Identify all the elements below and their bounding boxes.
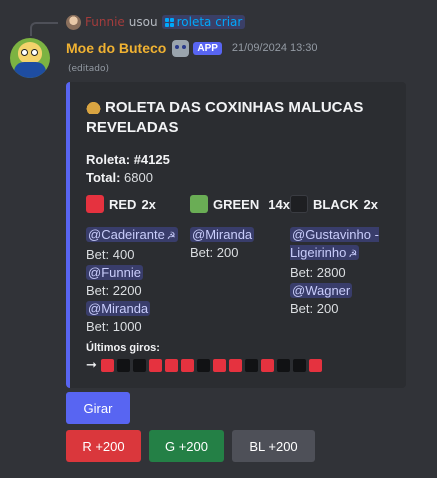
bet-amount: Bet: 400 <box>86 247 135 262</box>
bet-amount: Bet: 1000 <box>86 319 142 334</box>
spin-result-red <box>229 359 242 372</box>
bet-black-button[interactable]: BL +200 <box>232 430 315 462</box>
user-mention[interactable]: @Miranda <box>190 227 255 242</box>
slash-command-icon <box>164 17 174 27</box>
spin-result-black <box>197 359 210 372</box>
command-mention[interactable]: roleta criar <box>161 15 246 29</box>
bet-green-button[interactable]: G +200 <box>149 430 224 462</box>
red-multiplier: 2x <box>141 196 156 212</box>
black-label: BLACK <box>313 196 359 212</box>
black-bets: @Gustavinho - Ligeirinho ☭ Bet: 2800 @Wag… <box>290 226 395 318</box>
roulette-meta: Roleta: #4125 Total: 6800 <box>86 151 170 187</box>
bet-amount: Bet: 2200 <box>86 283 142 298</box>
red-swatch <box>86 195 104 213</box>
black-column-header: BLACK 2x <box>290 194 395 214</box>
app-badge: APP <box>193 41 222 55</box>
reply-verb: usou <box>128 15 158 29</box>
black-multiplier: 2x <box>363 196 378 212</box>
spin-result-red <box>101 359 114 372</box>
spin-result-red <box>213 359 226 372</box>
red-bets: @Cadeirante ☭ Bet: 400 @Funnie Bet: 2200 … <box>86 226 186 336</box>
spin-result-black <box>293 359 306 372</box>
bet-amount: Bet: 200 <box>190 245 239 260</box>
reply-reference[interactable]: Funnie usou roleta criar <box>66 13 246 31</box>
black-column: BLACK 2x @Gustavinho - Ligeirinho ☭ Bet: … <box>290 194 395 318</box>
user-avatar-icon[interactable] <box>66 14 81 30</box>
spin-result-black <box>133 359 146 372</box>
total-value: 6800 <box>124 170 153 185</box>
message-timestamp[interactable]: 21/09/2024 13:30 <box>232 42 318 54</box>
red-column-header: RED 2x <box>86 194 186 214</box>
green-label: GREEN <box>213 196 260 212</box>
user-mention[interactable]: @Wagner <box>290 283 353 298</box>
user-mention[interactable]: @Funnie <box>86 265 143 280</box>
red-column: RED 2x @Cadeirante ☭ Bet: 400 @Funnie Bet… <box>86 194 186 336</box>
last-spins-label: Últimos giros: <box>86 342 160 354</box>
total-label: Total: <box>86 170 121 185</box>
user-mention[interactable]: @Miranda <box>86 301 151 316</box>
right-arrow-icon: ➞ <box>86 358 97 373</box>
roulette-embed: ROLETA DAS COXINHAS MALUCAS REVELADAS Ro… <box>66 82 406 388</box>
embed-title: ROLETA DAS COXINHAS MALUCAS REVELADAS <box>86 98 386 138</box>
green-multiplier: 14x <box>268 196 290 212</box>
reply-connector <box>30 22 58 36</box>
bet-red-button[interactable]: R +200 <box>66 430 141 462</box>
user-mention[interactable]: @Gustavinho - Ligeirinho ☭ <box>290 227 379 260</box>
money-bag-icon <box>86 99 101 114</box>
spin-result-black <box>117 359 130 372</box>
bet-amount: Bet: 200 <box>290 301 339 316</box>
green-column-header: GREEN 14x <box>190 194 290 214</box>
embed-title-text: ROLETA DAS COXINHAS MALUCAS REVELADAS <box>86 99 364 136</box>
reply-username[interactable]: Funnie <box>85 15 125 29</box>
edited-label: (editado) <box>68 64 110 74</box>
robot-emoji-icon <box>172 39 190 57</box>
spin-result-red <box>149 359 162 372</box>
black-swatch <box>290 195 308 213</box>
spin-result-black <box>245 359 258 372</box>
roulette-id: #4125 <box>133 152 170 167</box>
message-header: Moe do Buteco APP 21/09/2024 13:30 <box>66 38 318 58</box>
hammer-sickle-icon: ☭ <box>348 249 358 260</box>
author-name[interactable]: Moe do Buteco <box>66 40 166 56</box>
last-spins-list: ➞ <box>86 358 322 373</box>
spin-result-red <box>165 359 178 372</box>
spin-result-red <box>261 359 274 372</box>
user-mention[interactable]: @Cadeirante ☭ <box>86 227 178 242</box>
command-name: roleta criar <box>176 15 243 29</box>
green-column: GREEN 14x @Miranda Bet: 200 <box>190 194 290 262</box>
green-bets: @Miranda Bet: 200 <box>190 226 290 262</box>
spin-result-black <box>277 359 290 372</box>
green-swatch <box>190 195 208 213</box>
roulette-label: Roleta: <box>86 152 131 167</box>
hammer-sickle-icon: ☭ <box>166 231 176 242</box>
red-label: RED <box>109 196 137 212</box>
spin-button[interactable]: Girar <box>66 392 130 424</box>
spin-result-red <box>309 359 322 372</box>
spin-result-red <box>181 359 194 372</box>
bot-avatar-icon[interactable] <box>10 38 50 78</box>
bet-amount: Bet: 2800 <box>290 265 346 280</box>
